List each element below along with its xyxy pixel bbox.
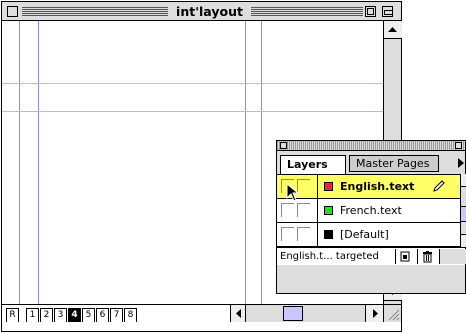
scroll-left-arrow[interactable]: [231, 305, 246, 322]
page-tab-8[interactable]: 8: [124, 308, 137, 322]
right-arrow-icon: [373, 309, 378, 318]
up-arrow-icon: [388, 27, 397, 32]
new-layer-icon: [400, 251, 410, 262]
grow-box[interactable]: [383, 304, 401, 322]
zoom-box-button[interactable]: [365, 6, 376, 17]
vertical-guide[interactable]: [19, 21, 20, 304]
left-arrow-icon: [236, 309, 241, 318]
page-tab-6[interactable]: 6: [96, 308, 109, 322]
column-divider: [317, 223, 318, 247]
layer-visibility-toggle[interactable]: [281, 203, 294, 217]
palette-zoom-box[interactable]: [455, 142, 462, 149]
page-tab-7[interactable]: 7: [110, 308, 123, 322]
vertical-guide[interactable]: [38, 21, 39, 304]
layer-name: [Default]: [340, 228, 389, 241]
page-tab-4[interactable]: 4: [68, 308, 81, 322]
layer-color-swatch: [324, 182, 333, 191]
horizontal-scroll-thumb[interactable]: [283, 306, 303, 321]
scroll-up-arrow[interactable]: [383, 21, 402, 39]
horizontal-scrollbar[interactable]: [230, 305, 365, 322]
tab-layers[interactable]: Layers: [280, 155, 346, 174]
layer-color-swatch: [324, 206, 333, 215]
layer-row[interactable]: English.text: [277, 175, 460, 199]
page-tab-1[interactable]: 1: [26, 308, 39, 322]
arrow-cursor-icon: [286, 183, 300, 202]
layer-name: French.text: [340, 204, 402, 217]
layer-row[interactable]: [Default]: [277, 223, 460, 247]
title-bar-stripes: [251, 6, 363, 17]
layer-lock-toggle[interactable]: [297, 203, 310, 217]
collapse-box-button[interactable]: [382, 6, 393, 17]
palette-status-bar: English.t... targeted: [277, 247, 466, 265]
layer-lock-toggle[interactable]: [297, 227, 310, 241]
window-title-bar[interactable]: int'layout: [2, 2, 401, 21]
new-layer-button[interactable]: [395, 249, 415, 264]
page-tabs: R12345678: [2, 305, 230, 322]
page-tab-5[interactable]: 5: [82, 308, 95, 322]
layer-color-swatch: [324, 230, 333, 239]
palette-close-box[interactable]: [280, 142, 287, 149]
horizontal-scroll-area: R12345678: [2, 304, 383, 322]
layer-list-scrollbar[interactable]: [460, 174, 466, 247]
scroll-right-arrow[interactable]: [365, 305, 383, 322]
resize-grip-icon: [388, 309, 400, 321]
tab-master-pages[interactable]: Master Pages: [349, 155, 439, 172]
close-box-button[interactable]: [7, 6, 18, 17]
layer-list: English.text French.text [Default]: [277, 174, 460, 247]
layer-visibility-toggle[interactable]: [281, 227, 294, 241]
trash-icon: [423, 251, 432, 263]
window-title: int'layout: [168, 3, 251, 20]
pencil-icon: [433, 180, 445, 192]
page-tab-r[interactable]: R: [6, 308, 19, 322]
delete-layer-button[interactable]: [417, 249, 437, 264]
vertical-guide[interactable]: [245, 21, 246, 304]
horizontal-guide[interactable]: [2, 83, 383, 84]
palette-size-box[interactable]: [439, 249, 466, 264]
layers-palette: Master Pages Layers English.text French.t…: [276, 140, 466, 294]
layer-row[interactable]: French.text: [277, 199, 460, 223]
horizontal-guide[interactable]: [2, 111, 383, 112]
vertical-guide[interactable]: [261, 21, 262, 304]
palette-bottom-edge: [277, 265, 465, 293]
title-bar-stripes: [22, 6, 168, 17]
page-tab-3[interactable]: 3: [54, 308, 67, 322]
palette-menu-arrow-icon[interactable]: [458, 158, 464, 168]
target-layer-status: English.t... targeted: [280, 251, 379, 262]
column-divider: [317, 175, 318, 199]
column-divider: [317, 199, 318, 223]
page-tab-2[interactable]: 2: [40, 308, 53, 322]
layer-name: English.text: [340, 180, 415, 193]
palette-title-bar[interactable]: [277, 141, 465, 151]
